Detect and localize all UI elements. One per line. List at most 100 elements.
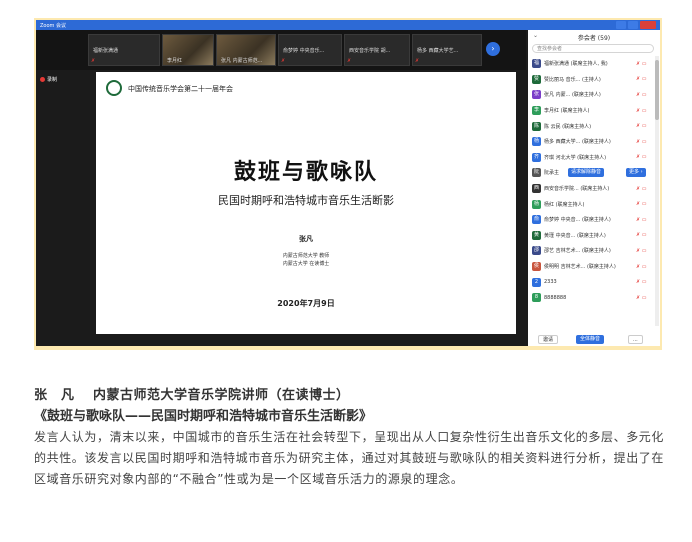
- participant-name: 李月红 (联席主持人): [544, 108, 590, 115]
- more-button[interactable]: 更多 ›: [626, 168, 646, 178]
- mute-all-button[interactable]: 全体静音: [576, 335, 605, 344]
- muted-mic-icon: ✗ ▭: [636, 263, 647, 270]
- avatar: 阮: [532, 168, 541, 178]
- gallery-tile[interactable]: 俞梦婷 中央音乐... ✗: [278, 34, 342, 66]
- participant-name: 侯明明 吉林艺术... (联席主持人): [544, 264, 616, 271]
- muted-mic-icon: ✗ ▭: [636, 76, 647, 83]
- slide-subtitle: 民国时期呼和浩特城市音乐生活断影: [218, 194, 394, 207]
- minimize-icon[interactable]: [616, 21, 626, 29]
- gallery-tile[interactable]: 李月红: [162, 34, 214, 66]
- avatar: 俞: [532, 215, 541, 225]
- muted-mic-icon: ✗ ▭: [636, 60, 647, 67]
- participant-name: 西安音乐学院... (联席主持人): [544, 186, 610, 193]
- muted-mic-icon: ✗ ▭: [636, 107, 647, 114]
- muted-mic-icon: ✗ ▭: [636, 185, 647, 192]
- article-text: 张 凡 内蒙古师范大学音乐学院讲师（在读博士） 《鼓班与歌咏队——民国时期呼和浩…: [34, 385, 664, 490]
- participant-row[interactable]: 张张凡 内蒙... (联席主持人) ✗ ▭: [528, 87, 660, 103]
- muted-mic-icon: ✗: [347, 58, 352, 64]
- muted-mic-icon: ✗ ▭: [636, 232, 647, 239]
- participant-name: 俞梦婷 中央音乐...: [283, 48, 325, 54]
- speaker-affiliation: 内蒙古师范大学 教师: [282, 253, 330, 259]
- participant-row[interactable]: 杨杨红 (联席主持人) ✗ ▭: [528, 196, 660, 212]
- participant-name: 邵艺 吉林艺术... (联席主持人): [544, 248, 611, 255]
- participant-name: 杨多 西藏大学... (联席主持人): [544, 139, 611, 146]
- participant-row[interactable]: 齐齐琪 河北大学 (联席主持人) ✗ ▭: [528, 150, 660, 166]
- participant-name: 张凡 内蒙... (联席主持人): [544, 92, 601, 99]
- participant-row[interactable]: 8 8888888 ✗ ▭: [528, 290, 660, 306]
- avatar: 杨: [532, 199, 541, 209]
- muted-mic-icon: ✗ ▭: [636, 279, 647, 286]
- participant-name: 陈 云民 (联席主持人): [544, 123, 592, 130]
- gallery-tile[interactable]: 福新张满通 ✗: [88, 34, 160, 66]
- window-title: Zoom 会议: [40, 22, 67, 29]
- muted-mic-icon: ✗ ▭: [636, 294, 647, 301]
- participant-name: 2333: [544, 279, 557, 286]
- record-dot-icon: [40, 77, 45, 82]
- participant-row[interactable]: 2 2333 ✗ ▭: [528, 274, 660, 290]
- speaker-line: 张 凡 内蒙古师范大学音乐学院讲师（在读博士）: [34, 388, 350, 403]
- search-participants-input[interactable]: 查找参会者: [532, 44, 654, 53]
- summary-paragraph: 发言人认为，清末以来，中国城市的音乐生活在社会转型下，呈现出从人口复杂性衍生出音…: [34, 430, 665, 486]
- participant-name: 西安音乐学院 胡...: [349, 48, 391, 54]
- participant-name: 张凡 内蒙古师范...: [221, 58, 263, 64]
- more-options-button[interactable]: ...: [628, 335, 643, 344]
- recording-indicator: 录制: [40, 76, 57, 83]
- participant-name: 俞梦婷 中央音... (联席主持人): [544, 217, 611, 224]
- participant-row[interactable]: 邵邵艺 吉林艺术... (联席主持人) ✗ ▭: [528, 243, 660, 259]
- avatar: 邵: [532, 246, 541, 256]
- panel-title: 参会者 (59): [577, 35, 611, 42]
- avatar: 侯: [532, 262, 541, 272]
- muted-mic-icon: ✗ ▭: [636, 201, 647, 208]
- maximize-icon[interactable]: [628, 21, 638, 29]
- participant-name: 杨红 (联席主持人): [544, 201, 585, 208]
- talk-title: 《鼓班与歌咏队——民国时期呼和浩特城市音乐生活断影》: [34, 409, 373, 424]
- participant-name: 赞比丽马 音乐... (主持人): [544, 76, 601, 83]
- participant-name: 福新张满通 (联席主持人, 我): [544, 61, 608, 68]
- muted-mic-icon: ✗: [415, 58, 420, 64]
- muted-mic-icon: ✗ ▭: [636, 247, 647, 254]
- participant-row[interactable]: 侯侯明明 吉林艺术... (联席主持人) ✗ ▭: [528, 259, 660, 275]
- muted-mic-icon: ✗ ▭: [636, 138, 647, 145]
- meeting-screenshot: Zoom 会议 福新张满通 ✗ 李月红 张凡 内蒙古师范... 俞梦婷 中央音乐…: [34, 18, 662, 350]
- speaker-affiliation: 内蒙古大学 在读博士: [282, 261, 330, 267]
- invite-button[interactable]: 邀请: [538, 335, 559, 344]
- participant-row[interactable]: 俞俞梦婷 中央音... (联席主持人) ✗ ▭: [528, 212, 660, 228]
- avatar: 张: [532, 90, 541, 100]
- participant-row[interactable]: 赞赞比丽马 音乐... (主持人) ✗ ▭: [528, 72, 660, 88]
- muted-mic-icon: ✗: [281, 58, 286, 64]
- participant-name: 杨多 西藏大学艺...: [417, 48, 459, 54]
- muted-mic-icon: ✗: [91, 58, 96, 64]
- panel-footer: 邀请 全体静音 ...: [528, 334, 660, 346]
- participant-row[interactable]: 李李月红 (联席主持人) ✗ ▭: [528, 103, 660, 119]
- muted-mic-icon: ✗ ▭: [636, 123, 647, 130]
- participant-row[interactable]: 杨杨多 西藏大学... (联席主持人) ✗ ▭: [528, 134, 660, 150]
- gallery-tile[interactable]: 张凡 内蒙古师范...: [216, 34, 276, 66]
- participant-name: 李月红: [167, 58, 183, 64]
- participant-name: 福新张满通: [93, 48, 119, 54]
- recording-label: 录制: [47, 77, 58, 83]
- avatar: 杨: [532, 137, 541, 147]
- participant-row[interactable]: 西西安音乐学院... (联席主持人) ✗ ▭: [528, 181, 660, 197]
- avatar: 陈: [532, 121, 541, 131]
- participant-row[interactable]: 阮阮承主 请求解除静音 更多 ›: [528, 165, 660, 181]
- avatar: 西: [532, 184, 541, 194]
- gallery-tile[interactable]: 杨多 西藏大学艺... ✗: [412, 34, 482, 66]
- participant-name: 齐琪 河北大学 (联席主持人): [544, 154, 607, 161]
- gallery-tile[interactable]: 西安音乐学院 胡... ✗: [344, 34, 410, 66]
- speaker-name: 张凡: [299, 235, 313, 243]
- close-icon[interactable]: [640, 21, 656, 29]
- participant-row[interactable]: 福福新张满通 (联席主持人, 我) ✗ ▭: [528, 56, 660, 72]
- avatar: 8: [532, 293, 541, 303]
- next-page-arrow-icon[interactable]: ›: [486, 42, 500, 56]
- slide-title: 鼓班与歌咏队: [233, 160, 378, 185]
- participant-name: 8888888: [544, 294, 567, 301]
- avatar: 2: [532, 277, 541, 287]
- participant-row[interactable]: 黄黄瑾 中央音... (联席主持人) ✗ ▭: [528, 228, 660, 244]
- shared-slide: 中国传统音乐学会第二十一届年会 鼓班与歌咏队 民国时期呼和浩特城市音乐生活断影 …: [96, 72, 516, 334]
- ask-to-unmute-button[interactable]: 请求解除静音: [568, 168, 605, 178]
- participant-row[interactable]: 陈陈 云民 (联席主持人) ✗ ▭: [528, 118, 660, 134]
- presentation-date: 2020年7月9日: [277, 299, 335, 308]
- muted-mic-icon: ✗ ▭: [636, 216, 647, 223]
- avatar: 黄: [532, 230, 541, 240]
- participant-list: 福福新张满通 (联席主持人, 我) ✗ ▭ 赞赞比丽马 音乐... (主持人) ✗ ▭…: [528, 56, 660, 306]
